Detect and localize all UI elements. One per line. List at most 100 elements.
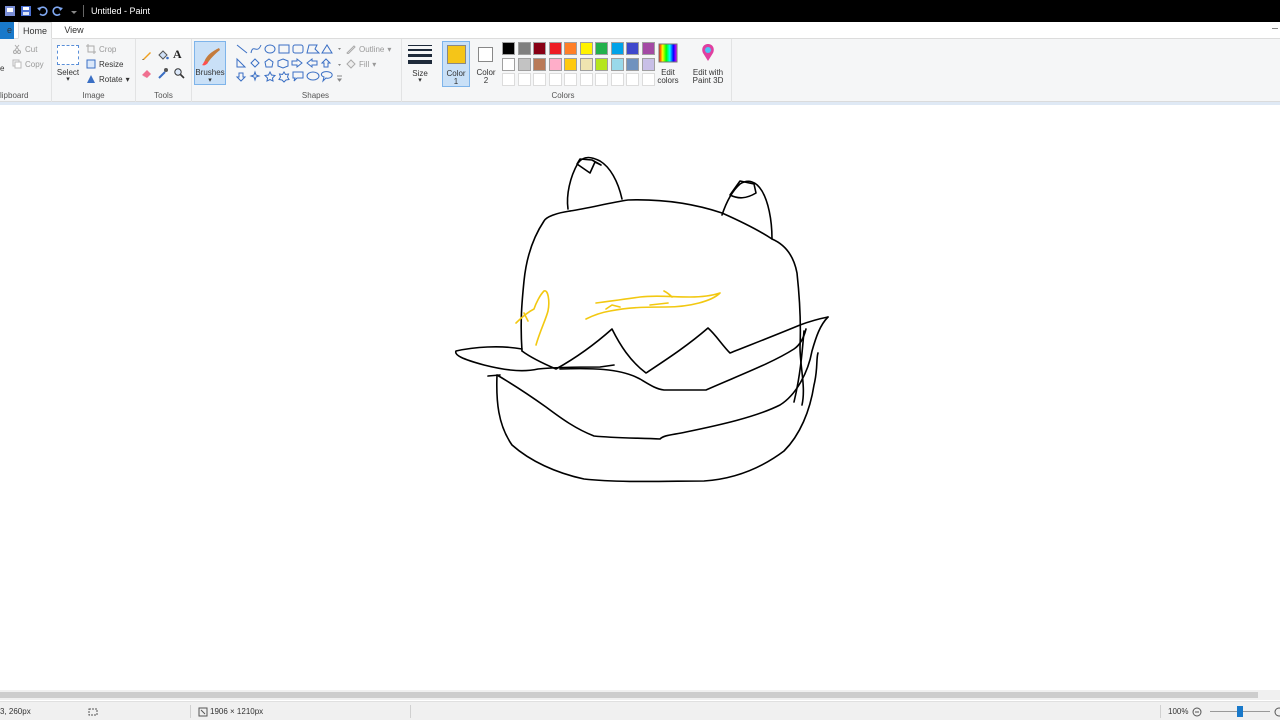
palette-swatch[interactable] bbox=[641, 42, 655, 55]
colors-group: Color 1 Color 2 Edit colors Edit with Pa… bbox=[438, 39, 732, 102]
redo-icon[interactable] bbox=[52, 5, 64, 17]
outline-label: Outline bbox=[359, 44, 385, 54]
palette-swatch[interactable] bbox=[595, 57, 608, 71]
line-size-icon[interactable] bbox=[408, 44, 432, 64]
image-group-label: Image bbox=[82, 91, 105, 100]
palette-custom-slot[interactable] bbox=[517, 73, 531, 86]
palette-swatch[interactable] bbox=[626, 57, 639, 71]
edit-with-paint3d-button[interactable]: Edit with Paint 3D bbox=[690, 43, 726, 89]
palette-swatch[interactable] bbox=[533, 42, 546, 55]
palette-custom-slot[interactable] bbox=[579, 73, 593, 86]
outline-button[interactable]: Outline ▾ bbox=[346, 44, 391, 55]
resize-button[interactable]: Resize bbox=[86, 59, 123, 69]
zoom-in-icon[interactable] bbox=[1274, 702, 1280, 721]
color1-button[interactable]: Color 1 bbox=[442, 41, 470, 87]
fill-button[interactable]: Fill ▾ bbox=[346, 59, 376, 69]
save-icon[interactable] bbox=[20, 5, 32, 17]
palette-swatch[interactable] bbox=[610, 57, 624, 71]
crop-button[interactable]: Crop bbox=[86, 44, 116, 54]
palette-swatch[interactable] bbox=[564, 57, 577, 71]
customize-toolbar-icon[interactable] bbox=[68, 5, 80, 17]
right-ear-inner-stroke bbox=[729, 180, 757, 199]
paint-app-icon bbox=[4, 5, 16, 17]
canvas-size-icon bbox=[198, 702, 208, 721]
select-icon[interactable] bbox=[57, 45, 79, 65]
palette-swatch[interactable] bbox=[626, 42, 639, 55]
size-dropdown-arrow[interactable]: ▾ bbox=[402, 76, 438, 85]
rotate-icon bbox=[86, 74, 96, 84]
palette-custom-slot[interactable] bbox=[610, 73, 624, 86]
copy-button[interactable]: Copy bbox=[12, 59, 44, 69]
status-divider bbox=[1160, 705, 1161, 718]
title-bar: Untitled - Paint bbox=[0, 0, 1280, 22]
outline-dropdown-arrow[interactable]: ▾ bbox=[387, 45, 391, 54]
zoom-out-icon[interactable] bbox=[1192, 702, 1202, 721]
edit-colors-button[interactable]: Edit colors bbox=[656, 43, 680, 89]
palette-custom-slot[interactable] bbox=[595, 73, 608, 86]
palette-swatch[interactable] bbox=[579, 57, 593, 71]
palette-swatch[interactable] bbox=[579, 42, 593, 55]
bowl-outer-stroke bbox=[495, 352, 819, 483]
fill-dropdown-arrow[interactable]: ▾ bbox=[372, 60, 376, 69]
color2-button[interactable]: Color 2 bbox=[472, 41, 500, 87]
select-dropdown-arrow[interactable]: ▾ bbox=[54, 75, 82, 84]
rotate-dropdown-arrow[interactable]: ▾ bbox=[126, 75, 130, 84]
palette-swatch[interactable] bbox=[548, 42, 562, 55]
scissors-icon bbox=[12, 44, 22, 54]
rotate-button[interactable]: Rotate ▾ bbox=[86, 74, 130, 84]
palette-custom-slot[interactable] bbox=[548, 73, 562, 86]
cursor-position: 3, 260px bbox=[0, 707, 31, 716]
palette-custom-slot[interactable] bbox=[564, 73, 577, 86]
shapes-gallery[interactable] bbox=[234, 42, 342, 86]
canvas-dimensions: 1906 × 1210px bbox=[210, 707, 264, 716]
canvas[interactable] bbox=[0, 105, 1280, 690]
quick-access-toolbar bbox=[0, 0, 80, 22]
palette-swatch[interactable] bbox=[595, 42, 608, 55]
paste-button[interactable]: e bbox=[0, 64, 4, 73]
palette-custom-slot[interactable] bbox=[533, 73, 546, 86]
palette-swatch[interactable] bbox=[517, 42, 531, 55]
palette-swatch[interactable] bbox=[517, 57, 531, 71]
color1-label-b: 1 bbox=[453, 77, 459, 86]
cut-button[interactable]: Cut bbox=[12, 44, 37, 54]
brushes-button[interactable]: Brushes ▾ bbox=[194, 41, 226, 85]
clipboard-group: e Cut Copy lipboard bbox=[0, 39, 52, 102]
palette-swatch[interactable] bbox=[502, 57, 515, 71]
palette-swatch[interactable] bbox=[548, 57, 562, 71]
palette-swatch[interactable] bbox=[502, 42, 515, 55]
image-group: Select ▾ Crop Resize Rotate ▾ Image bbox=[52, 39, 136, 102]
drawing-canvas[interactable] bbox=[0, 105, 1280, 690]
copy-icon bbox=[12, 59, 22, 69]
undo-icon[interactable] bbox=[36, 5, 48, 17]
paint3d-icon bbox=[699, 43, 717, 65]
brushes-dropdown-arrow[interactable]: ▾ bbox=[195, 76, 225, 85]
scrollbar-thumb[interactable] bbox=[0, 692, 1258, 698]
color1-swatch bbox=[447, 45, 466, 64]
colors-group-label: Colors bbox=[551, 91, 575, 100]
palette-swatch[interactable] bbox=[610, 42, 624, 55]
fill-label: Fill bbox=[359, 59, 370, 69]
palette-swatch[interactable] bbox=[533, 57, 546, 71]
tab-view[interactable]: View bbox=[58, 22, 90, 39]
ribbon: e Cut Copy lipboard Select ▾ Crop Resize… bbox=[0, 39, 1280, 102]
pencil-icon[interactable] bbox=[141, 49, 153, 63]
text-tool-icon[interactable]: A bbox=[173, 47, 182, 62]
zoom-slider-thumb[interactable] bbox=[1237, 706, 1243, 717]
palette-custom-slot[interactable] bbox=[502, 73, 515, 86]
yellow-eye-right-stroke bbox=[585, 290, 721, 320]
color-picker-icon[interactable] bbox=[157, 67, 169, 81]
palette-custom-slot[interactable] bbox=[626, 73, 639, 86]
left-ear-stroke bbox=[566, 156, 623, 210]
palette-swatch[interactable] bbox=[564, 42, 577, 55]
tab-file[interactable]: e bbox=[0, 22, 14, 39]
eraser-icon[interactable] bbox=[141, 67, 153, 81]
tab-home[interactable]: Home bbox=[18, 22, 52, 39]
horizontal-scrollbar[interactable] bbox=[0, 690, 1280, 700]
paint3d-label-b: Paint 3D bbox=[692, 76, 724, 85]
shapes-group-label: Shapes bbox=[301, 91, 330, 100]
minimize-ribbon-icon[interactable] bbox=[1272, 28, 1278, 29]
fill-bucket-icon[interactable] bbox=[157, 49, 169, 63]
color2-swatch bbox=[478, 47, 493, 62]
magnifier-icon[interactable] bbox=[173, 67, 185, 81]
shapes-group: Outline ▾ Fill ▾ Shapes bbox=[230, 39, 402, 102]
